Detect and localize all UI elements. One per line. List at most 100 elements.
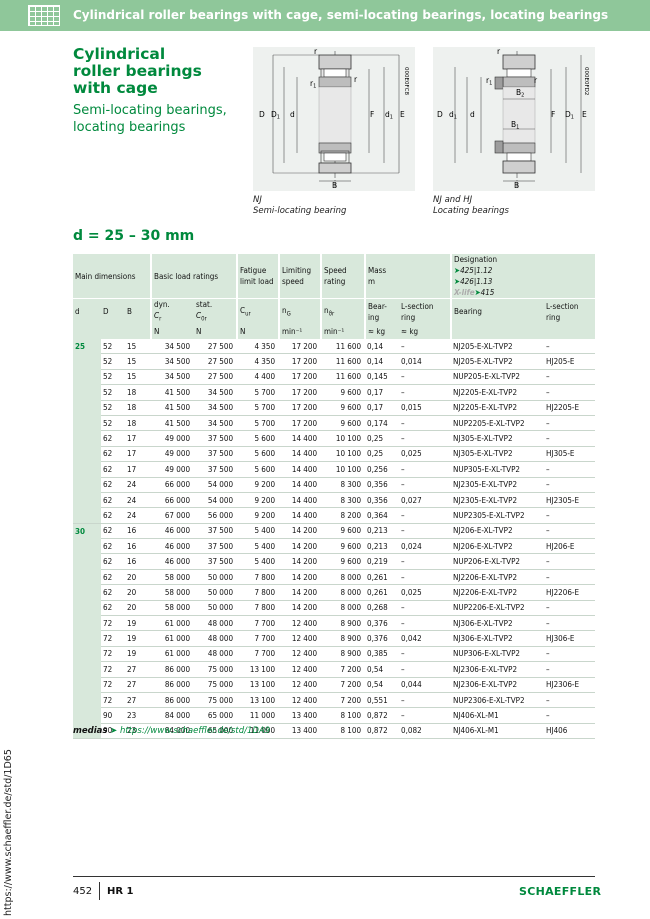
cell-b: 17 bbox=[125, 430, 152, 447]
col-dyn: dyn. Cr bbox=[150, 298, 195, 325]
cell-ring: HJ205-E bbox=[544, 353, 596, 370]
cell-b: 23 bbox=[125, 707, 152, 724]
header-designation: Designation ➤425|1.12 ➤426|1.13 X-life➤4… bbox=[450, 254, 596, 299]
cell-nr: 8 200 bbox=[321, 507, 366, 524]
cell-m-b: 0,872 bbox=[365, 723, 400, 740]
cell-d: 52 bbox=[101, 400, 125, 416]
title-line: with cage bbox=[73, 79, 158, 97]
cell-cr: 46 000 bbox=[151, 553, 195, 570]
medias-link[interactable]: medias ➤ https://www.schaeffler.de/std/1… bbox=[73, 726, 270, 736]
cell-cr: 41 500 bbox=[151, 415, 195, 432]
cell-ring: HJ2306-E bbox=[544, 677, 596, 693]
cell-c0r: 48 000 bbox=[194, 646, 238, 663]
cell-bearing: NJ305-E-XL-TVP2 bbox=[451, 430, 545, 447]
cell-cr: 34 500 bbox=[151, 369, 195, 386]
cell-d: 62 bbox=[101, 461, 125, 478]
cell-cr: 46 000 bbox=[151, 523, 195, 540]
cell-m-b: 0,261 bbox=[365, 584, 400, 601]
arrow-icon: ➤ bbox=[110, 726, 118, 736]
cell-cur: 5 400 bbox=[237, 538, 280, 555]
cell-b: 19 bbox=[125, 630, 152, 647]
table-row: 62 24 66 000 54 000 9 200 14 400 8 300 0,356 0,0… bbox=[73, 492, 596, 509]
cell-ng: 17 200 bbox=[279, 400, 322, 416]
cell-d: 62 bbox=[101, 538, 125, 555]
cell-ng: 13 400 bbox=[279, 707, 322, 724]
cell-m-l: 0,015 bbox=[399, 400, 452, 416]
cell-bearing: NJ2206-E-XL-TVP2 bbox=[451, 569, 545, 586]
cell-m-b: 0,54 bbox=[365, 661, 400, 678]
cell-m-b: 0,356 bbox=[365, 477, 400, 493]
cell-m-l: – bbox=[399, 569, 452, 586]
cell-nr: 7 200 bbox=[321, 692, 366, 709]
cell-ng: 14 400 bbox=[279, 461, 322, 478]
fig2-label-r: r bbox=[497, 47, 501, 56]
cell-bearing: NJ2205-E-XL-TVP2 bbox=[451, 384, 545, 401]
cell-b: 20 bbox=[125, 600, 152, 617]
cell-d: 90 bbox=[101, 707, 125, 724]
table-row: 52 15 34 500 27 500 4 400 17 200 11 600 0,145– N… bbox=[73, 369, 596, 386]
cell-d: 62 bbox=[101, 584, 125, 601]
table-row: 52 15 34 500 27 500 4 350 17 200 11 600 0,14 0,0… bbox=[73, 353, 596, 370]
title-line: Cylindrical bbox=[73, 45, 166, 63]
section-code: HR 1 bbox=[107, 886, 134, 897]
section-title: d = 25 – 30 mm bbox=[73, 228, 195, 244]
cell-c0r: 75 000 bbox=[194, 692, 238, 709]
cell-cr: 58 000 bbox=[151, 584, 195, 601]
cell-m-b: 0,17 bbox=[365, 400, 400, 416]
cell-b: 24 bbox=[125, 492, 152, 509]
cell-nr: 9 600 bbox=[321, 523, 366, 540]
subtitle-line: locating bearings bbox=[73, 120, 186, 135]
cell-m-b: 0,14 bbox=[365, 338, 400, 355]
cell-cur: 13 100 bbox=[237, 677, 280, 693]
cell-m-b: 0,356 bbox=[365, 492, 400, 509]
cell-d: 62 bbox=[101, 477, 125, 493]
cell-ring: HJ406 bbox=[544, 723, 596, 740]
cell-d: 72 bbox=[101, 692, 125, 709]
cell-m-l: 0,082 bbox=[399, 723, 452, 740]
cell-ng: 17 200 bbox=[279, 338, 322, 355]
cell-bearing: NJ205-E-XL-TVP2 bbox=[451, 338, 545, 355]
cell-nr: 8 300 bbox=[321, 492, 366, 509]
cell-nr: 9 600 bbox=[321, 553, 366, 570]
cell-m-l: – bbox=[399, 661, 452, 678]
cell-b: 17 bbox=[125, 461, 152, 478]
fig2-label-F: F bbox=[551, 110, 555, 119]
cell-cr: 61 000 bbox=[151, 646, 195, 663]
side-url[interactable]: https://www.schaeffler.de/std/1D65 bbox=[3, 749, 14, 916]
cell-bearing: NJ2205-E-XL-TVP2 bbox=[451, 400, 545, 416]
fig2-label-E: E bbox=[582, 110, 587, 119]
cell-cur: 7 800 bbox=[237, 569, 280, 586]
cell-m-l: – bbox=[399, 615, 452, 632]
ref-426: 426 bbox=[460, 277, 474, 286]
cell-cr: 49 000 bbox=[151, 430, 195, 447]
medias-url[interactable]: https://www.schaeffler.de/std/1DA9 bbox=[120, 726, 270, 736]
cell-d bbox=[73, 630, 101, 647]
cell-c0r: 50 000 bbox=[194, 584, 238, 601]
table-row: 52 18 41 500 34 500 5 700 17 200 9 600 0,174– NU… bbox=[73, 415, 596, 432]
cell-m-l: – bbox=[399, 384, 452, 401]
cell-d bbox=[73, 707, 101, 724]
fig1-label-r: r bbox=[314, 47, 318, 56]
cell-ring: – bbox=[544, 338, 596, 355]
cell-nr: 7 200 bbox=[321, 661, 366, 678]
header-speed-rating: Speed rating bbox=[320, 254, 366, 299]
fig2-label-D1: D1 bbox=[565, 110, 574, 121]
cell-ng: 12 400 bbox=[279, 630, 322, 647]
ref-415: 415 bbox=[480, 288, 495, 297]
fig1-label-D: D bbox=[259, 110, 265, 119]
cell-c0r: 54 000 bbox=[194, 492, 238, 509]
ref-425: 425 bbox=[460, 266, 474, 275]
fig2-label-d: d bbox=[470, 110, 475, 119]
cell-d: 52 bbox=[101, 369, 125, 386]
table-row: 52 18 41 500 34 500 5 700 17 200 9 600 0,17 0,01… bbox=[73, 400, 596, 416]
cell-b: 18 bbox=[125, 415, 152, 432]
page-title: Cylindrical roller bearings with cage bbox=[73, 46, 202, 97]
cell-d: 62 bbox=[101, 523, 125, 540]
table-row: 62 20 58 000 50 000 7 800 14 200 8 000 0,268– NU… bbox=[73, 600, 596, 617]
header-limiting: Limiting speed bbox=[278, 254, 322, 299]
cell-ng: 12 400 bbox=[279, 661, 322, 678]
cell-cur: 5 600 bbox=[237, 446, 280, 463]
cell-ring: – bbox=[544, 430, 596, 447]
cell-c0r: 27 500 bbox=[194, 338, 238, 355]
header-bar: Cylindrical roller bearings with cage, s… bbox=[0, 0, 650, 31]
